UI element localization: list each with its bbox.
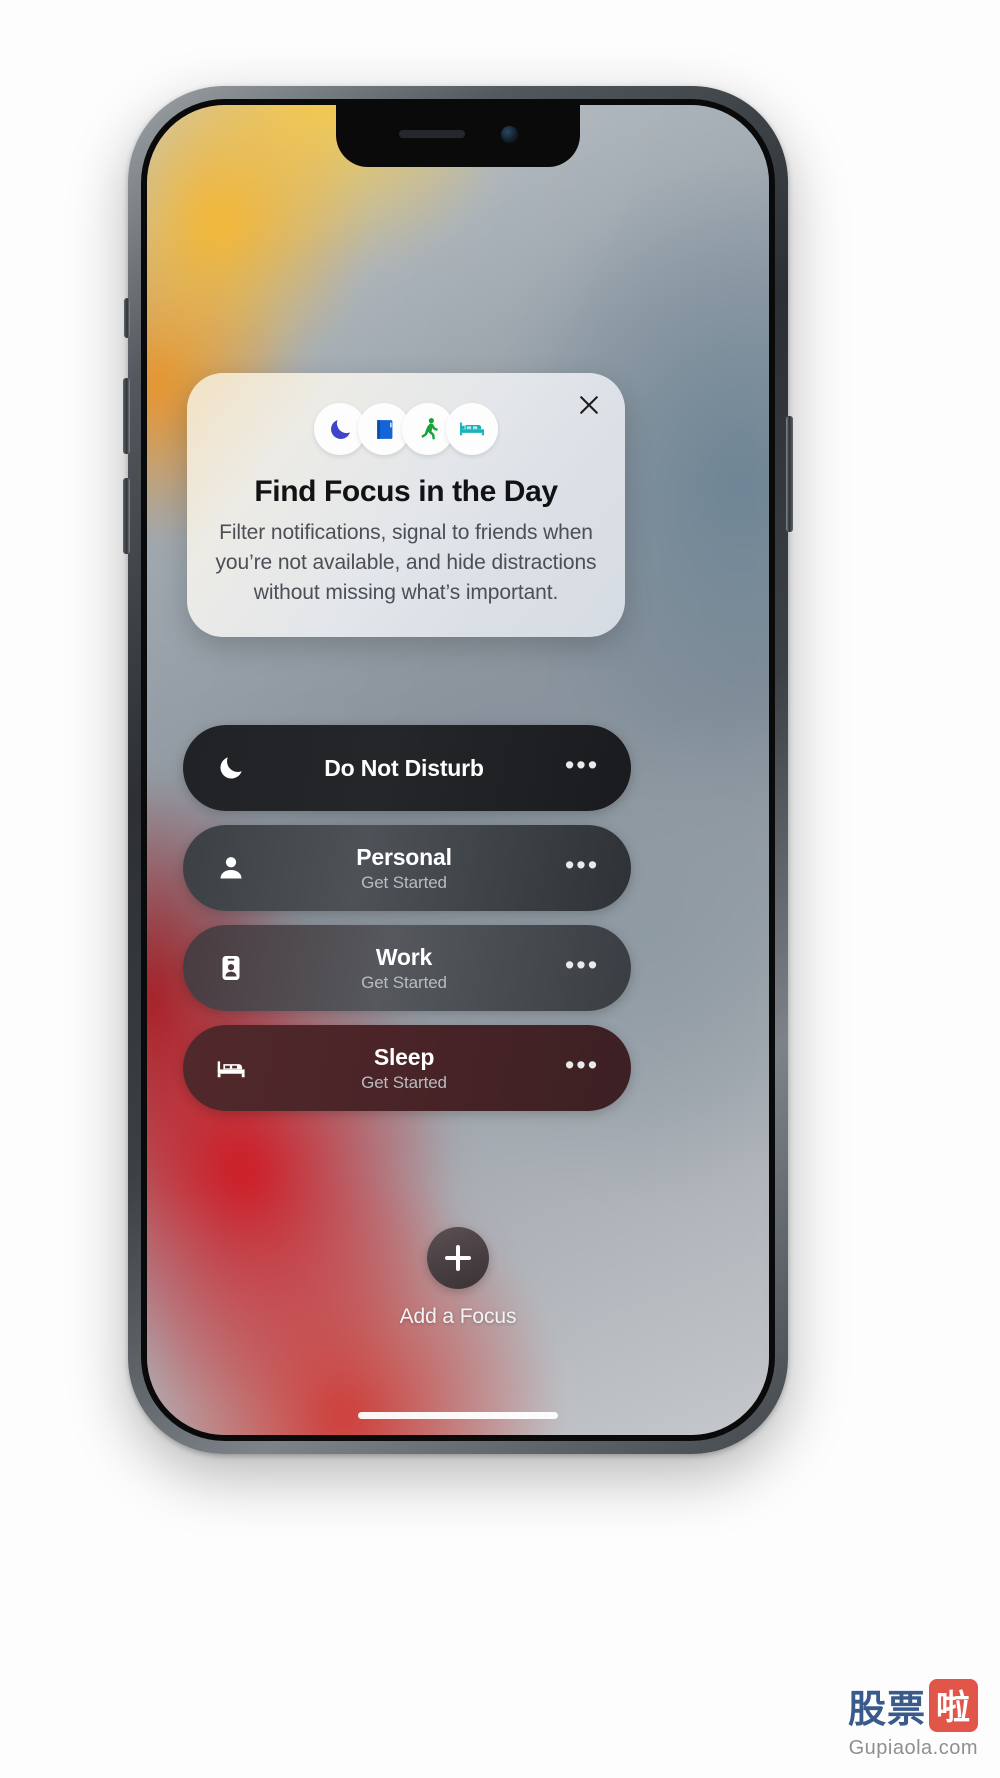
screenshot-canvas: Find Focus in the Day Filter notificatio… [0, 0, 1000, 1778]
focus-row-subtitle: Get Started [361, 872, 447, 892]
watermark-badge-cn: 啦 [929, 1679, 978, 1732]
focus-row-title: Work [375, 943, 433, 970]
phone-screen: Find Focus in the Day Filter notificatio… [147, 105, 769, 1435]
focus-row-title: Personal [356, 843, 452, 870]
bed-icon [446, 403, 498, 455]
watermark-url: Gupiaola.com [848, 1737, 978, 1759]
focus-icon-cluster [211, 403, 601, 455]
front-camera-icon [500, 125, 518, 143]
focus-row-work[interactable]: Work Get Started ••• [183, 925, 631, 1011]
focus-row-subtitle: Get Started [361, 1072, 447, 1092]
power-button[interactable] [786, 416, 793, 532]
focus-intro-card: Find Focus in the Day Filter notificatio… [187, 373, 625, 638]
focus-row-text: Personal Get Started [257, 844, 559, 893]
add-focus-section: Add a Focus [147, 1227, 769, 1329]
add-focus-button[interactable] [427, 1227, 489, 1289]
focus-row-title: Sleep [373, 1043, 435, 1070]
add-focus-label: Add a Focus [399, 1305, 517, 1328]
volume-down-button[interactable] [123, 478, 130, 554]
close-icon[interactable] [575, 391, 603, 419]
focus-row-text: Work Get Started [257, 944, 559, 993]
earpiece-speaker [398, 130, 465, 138]
focus-row-personal[interactable]: Personal Get Started ••• [183, 825, 631, 911]
card-description: Filter notifications, signal to friends … [215, 521, 597, 604]
moon-icon [205, 753, 257, 783]
device-bezel: Find Focus in the Day Filter notificatio… [141, 99, 775, 1441]
page-title: Find Focus in the Day [254, 475, 558, 508]
more-options-button[interactable]: ••• [559, 851, 605, 878]
iphone-device-frame: Find Focus in the Day Filter notificatio… [123, 86, 793, 1454]
more-options-button[interactable]: ••• [559, 1051, 605, 1078]
device-notch [336, 105, 580, 167]
watermark-logo: 股票 啦 [848, 1678, 978, 1733]
focus-row-title: Do Not Disturb [324, 754, 484, 781]
focus-mode-list: Do Not Disturb ••• Personal Get Started … [183, 725, 631, 1125]
more-options-button[interactable]: ••• [559, 751, 605, 778]
focus-row-text: Sleep Get Started [257, 1044, 559, 1093]
watermark-text-cn: 股票 [847, 1687, 926, 1731]
mute-switch[interactable] [124, 298, 130, 338]
volume-up-button[interactable] [123, 378, 130, 454]
focus-row-sleep[interactable]: Sleep Get Started ••• [183, 1025, 631, 1111]
focus-row-text: Do Not Disturb [257, 755, 559, 782]
focus-row-subtitle: Get Started [361, 972, 447, 992]
more-options-button[interactable]: ••• [559, 951, 605, 978]
plus-icon [445, 1245, 471, 1271]
focus-row-do-not-disturb[interactable]: Do Not Disturb ••• [183, 725, 631, 811]
id-badge-icon [205, 953, 257, 983]
watermark: 股票 啦 Gupiaola.com [848, 1678, 978, 1760]
person-icon [205, 853, 257, 883]
bed-icon [205, 1051, 257, 1085]
home-indicator[interactable] [358, 1412, 558, 1419]
